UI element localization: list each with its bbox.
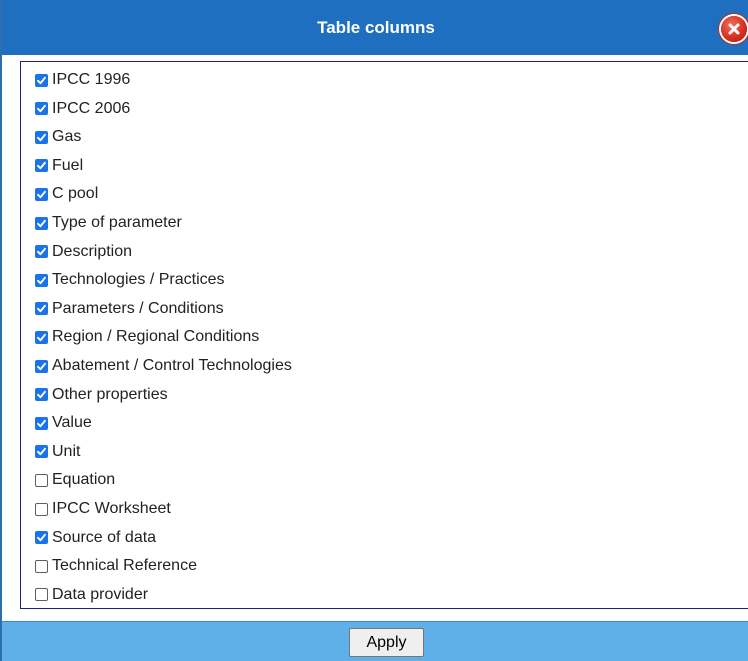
checkbox-checked[interactable] bbox=[35, 416, 48, 430]
checkmark-icon bbox=[37, 219, 46, 227]
column-option[interactable]: Parameters / Conditions bbox=[35, 298, 224, 320]
column-option-label: Source of data bbox=[52, 528, 157, 546]
checkmark-icon bbox=[37, 190, 46, 199]
column-option-label: C pool bbox=[52, 185, 99, 203]
column-option[interactable]: Equation bbox=[35, 469, 115, 491]
column-option[interactable]: Fuel bbox=[35, 155, 83, 177]
column-option-label: Description bbox=[52, 242, 133, 260]
column-option-label: Data provider bbox=[52, 585, 149, 603]
column-option[interactable]: Other properties bbox=[35, 384, 168, 406]
column-option[interactable]: Unit bbox=[35, 441, 80, 463]
checkmark-icon bbox=[37, 162, 46, 170]
column-option[interactable]: Data provider bbox=[35, 584, 148, 606]
column-option[interactable]: Technologies / Practices bbox=[35, 269, 225, 291]
checkmark-icon bbox=[37, 133, 46, 141]
column-option[interactable]: C pool bbox=[35, 183, 98, 205]
column-option[interactable]: Technical Reference bbox=[35, 555, 197, 577]
checkbox-unchecked[interactable] bbox=[35, 588, 48, 602]
column-option-label: IPCC 1996 bbox=[52, 71, 131, 88]
checkbox-checked[interactable] bbox=[35, 330, 48, 344]
checkbox-checked[interactable] bbox=[35, 130, 48, 144]
checkbox-checked[interactable] bbox=[35, 102, 48, 116]
dialog-footer: Apply bbox=[2, 621, 748, 661]
close-button[interactable] bbox=[721, 16, 747, 42]
column-option[interactable]: IPCC Worksheet bbox=[35, 498, 171, 520]
column-option-label: Unit bbox=[52, 442, 81, 460]
checkmark-icon bbox=[37, 76, 46, 84]
column-option-label: Gas bbox=[52, 128, 82, 146]
column-option-label: Other properties bbox=[52, 385, 168, 403]
checkbox-checked[interactable] bbox=[35, 187, 48, 201]
apply-button[interactable]: Apply bbox=[349, 628, 424, 657]
column-option-label: Region / Regional Conditions bbox=[52, 328, 260, 346]
checkbox-checked[interactable] bbox=[35, 531, 48, 545]
column-option[interactable]: Description bbox=[35, 241, 132, 263]
column-option-label: Value bbox=[52, 414, 92, 432]
checkbox-checked[interactable] bbox=[35, 302, 48, 316]
checkbox-checked[interactable] bbox=[35, 216, 48, 230]
column-option[interactable]: Abatement / Control Technologies bbox=[35, 355, 292, 377]
checkmark-icon bbox=[37, 448, 46, 456]
close-icon bbox=[728, 23, 740, 35]
checkbox-checked[interactable] bbox=[35, 245, 48, 259]
column-option[interactable]: Region / Regional Conditions bbox=[35, 326, 259, 348]
column-list: IPCC 1996 IPCC 2006 Gas Fuel C pool Type of p… bbox=[20, 61, 748, 609]
checkbox-checked[interactable] bbox=[35, 388, 48, 402]
dialog-title: Table columns bbox=[317, 17, 435, 37]
checkbox-checked[interactable] bbox=[35, 273, 48, 287]
column-option[interactable]: Type of parameter bbox=[35, 212, 182, 234]
checkmark-icon bbox=[37, 362, 46, 370]
checkbox-unchecked[interactable] bbox=[35, 502, 48, 516]
column-option-label: Fuel bbox=[52, 156, 84, 174]
column-option[interactable]: Gas bbox=[35, 126, 81, 148]
checkmark-icon bbox=[37, 390, 46, 399]
checkbox-checked[interactable] bbox=[35, 73, 48, 87]
checkmark-icon bbox=[37, 333, 46, 342]
checkmark-icon bbox=[37, 104, 46, 113]
column-option[interactable]: Source of data bbox=[35, 527, 156, 549]
table-columns-dialog: Table columns IPCC 1996 IPCC 2006 Gas Fuel C… bbox=[0, 0, 748, 661]
column-option-label: Technologies / Practices bbox=[52, 271, 225, 289]
column-option-label: Technical Reference bbox=[52, 557, 197, 575]
checkmark-icon bbox=[37, 305, 46, 313]
dialog-titlebar: Table columns bbox=[2, 0, 748, 55]
column-option[interactable]: Value bbox=[35, 412, 92, 434]
column-option[interactable]: IPCC 2006 bbox=[35, 98, 130, 120]
checkmark-icon bbox=[37, 419, 46, 427]
column-option-label: Equation bbox=[52, 471, 116, 489]
checkbox-checked[interactable] bbox=[35, 159, 48, 173]
checkbox-checked[interactable] bbox=[35, 359, 48, 373]
checkmark-icon bbox=[37, 533, 46, 542]
column-option-label: IPCC Worksheet bbox=[52, 500, 171, 517]
checkbox-checked[interactable] bbox=[35, 445, 48, 459]
column-option-label: Abatement / Control Technologies bbox=[52, 357, 292, 374]
checkbox-unchecked[interactable] bbox=[35, 473, 48, 487]
column-option-label: Parameters / Conditions bbox=[52, 299, 224, 317]
checkmark-icon bbox=[37, 247, 46, 256]
checkmark-icon bbox=[37, 276, 46, 284]
column-option-label: IPCC 2006 bbox=[52, 99, 131, 117]
column-option-label: Type of parameter bbox=[52, 214, 182, 231]
column-option[interactable]: IPCC 1996 bbox=[35, 69, 130, 91]
checkbox-unchecked[interactable] bbox=[35, 559, 48, 573]
